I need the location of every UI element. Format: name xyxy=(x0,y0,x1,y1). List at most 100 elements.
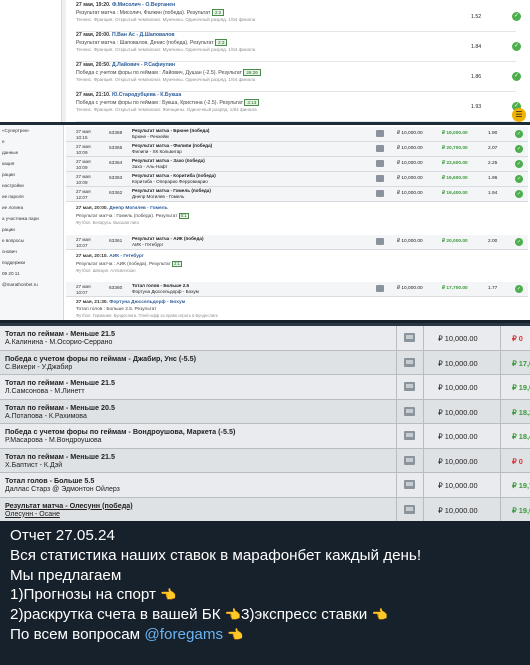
sidebar-item[interactable]: настройки xyxy=(0,180,63,191)
row-stake: ₽ 10,000.00 xyxy=(438,456,478,466)
row-market: Тотал по геймам - Меньше 21.5 xyxy=(5,451,116,461)
column-divider xyxy=(423,399,424,424)
row-stake: ₽ 10,000.00 xyxy=(397,239,423,244)
bet-detail: 27 мая, 20:00. Днепр Могилев - Гомель Ре… xyxy=(76,206,516,226)
table-row[interactable]: 27 мая 10:07 63361 Результат матча - АИК… xyxy=(66,235,528,250)
bet-teams[interactable]: П.Ван Ас - Д.Шаповалов xyxy=(112,32,175,38)
monitor-icon[interactable] xyxy=(376,130,384,137)
bet-detail: 27 мая, 20:10. АИК - Гетебург Результат … xyxy=(76,254,516,274)
table-row[interactable]: Результат матча - Олесунн (победа) Олесу… xyxy=(0,497,530,521)
sidebar-item[interactable]: кация xyxy=(0,158,63,169)
row-win: ₽ 18,4 xyxy=(512,432,530,441)
monitor-icon[interactable] xyxy=(404,382,415,391)
report-title: Отчет 27.05.24 xyxy=(10,527,115,544)
bet-teams[interactable]: Ф.Мисолич - О.Вертанен xyxy=(112,2,175,8)
table-row[interactable]: 27 мая 10:09 63364 Результат матча - Зах… xyxy=(66,157,528,172)
sidebar-item[interactable]: рации xyxy=(0,169,63,180)
monitor-icon[interactable] xyxy=(404,504,415,514)
monitor-icon[interactable] xyxy=(376,145,384,152)
sidebar-item[interactable]: а участника пари xyxy=(0,213,63,224)
column-divider xyxy=(396,473,397,497)
bet-teams[interactable]: Д.Лайович - Р.Сафиулин xyxy=(112,62,175,68)
monitor-icon[interactable] xyxy=(404,406,415,416)
row-stake: ₽ 10,000.00 xyxy=(397,286,423,291)
sidebar-item[interactable]: ие пароля xyxy=(0,191,63,202)
table-row[interactable]: Тотал по геймам - Меньше 20.5 А.Потапова… xyxy=(0,399,530,424)
row-market: Тотал голов - Больше 2.5 xyxy=(132,283,190,288)
detail-date: 27 мая, 21:30. xyxy=(76,300,108,305)
row-win: ₽ 19,600.00 xyxy=(442,176,468,181)
mention-link[interactable]: @foregams xyxy=(144,626,223,643)
monitor-icon[interactable] xyxy=(404,455,415,465)
column-divider xyxy=(500,326,501,350)
score-badge: 2:1 xyxy=(172,260,182,268)
table-row[interactable]: 27 мая 10:09 63363 Результат матча - Кор… xyxy=(66,172,528,187)
detail-teams[interactable]: Фортуна Дюссельдорф - Бохум xyxy=(109,300,185,305)
bet-league: Теннис. Франция. Открытый чемпионат. Муж… xyxy=(76,17,256,22)
bet-league: Теннис. Франция. Открытый чемпионат. Жен… xyxy=(76,107,257,112)
monitor-icon[interactable] xyxy=(376,175,384,182)
offer-text: 3)экспресс ставки xyxy=(241,606,368,624)
offer-text: 2)раскрутка счета в вашей БК xyxy=(10,606,221,624)
sidebar-item[interactable]: данные xyxy=(0,147,63,158)
monitor-icon[interactable] xyxy=(404,333,415,342)
row-id: 63365 xyxy=(109,146,123,151)
table-row[interactable]: 27 мая 12:07 63362 Результат матча - Гом… xyxy=(66,187,528,202)
monitor-icon[interactable] xyxy=(376,285,384,292)
sidebar-item[interactable]: «Супертрек» xyxy=(0,125,63,136)
detail-line: Результат матча : АИК (победа). Результа… xyxy=(76,261,171,267)
row-win: ₽ 20,700.00 xyxy=(442,146,468,151)
monitor-icon[interactable] xyxy=(376,190,384,197)
table-row[interactable]: 27 мая 10:09 63365 Результат матча - Фил… xyxy=(66,142,528,157)
row-market: Результат матча - Брюне (победа) xyxy=(132,128,210,133)
row-stake: ₽ 10,000.00 xyxy=(438,481,478,490)
row-date: 27 мая 10:07 xyxy=(76,237,91,248)
row-date: 27 мая 10:09 xyxy=(76,159,91,170)
sidebar-item[interactable]: ие логина xyxy=(0,202,63,213)
bet-odd: 1.86 xyxy=(471,74,482,80)
detail-teams[interactable]: Днепр Могилев - Гомель xyxy=(109,206,167,211)
screenshot-panel-3: Тотал по геймам - Меньше 21.5 А.Калинина… xyxy=(0,323,530,521)
bet-teams[interactable]: Ю.Стародубцева - К.Букша xyxy=(112,92,181,98)
column-divider xyxy=(500,448,501,473)
sidebar-item[interactable]: поддержки xyxy=(0,257,63,268)
bet-line: Результат матча : Мисолич, Фалкин (побед… xyxy=(76,10,211,16)
monitor-icon[interactable] xyxy=(404,480,415,489)
detail-teams[interactable]: АИК - Гетебург xyxy=(109,254,144,259)
row-stake: ₽ 10,000.00 xyxy=(438,505,478,515)
column-divider xyxy=(423,473,424,497)
row-event: Фортуна Дюссельдорф - Бохум xyxy=(132,289,199,294)
table-row[interactable]: Тотал по геймам - Меньше 21.5 Х.Баптист … xyxy=(0,448,530,473)
sidebar-item[interactable]: е xyxy=(0,136,63,147)
pointing-hand-icon: 👈 xyxy=(371,607,388,623)
row-market: Результат матча - Коритиба (победа) xyxy=(132,173,216,178)
table-row[interactable]: 27 мая 10:15 63368 Результат матча - Брю… xyxy=(66,127,528,142)
pointing-hand-icon: 👈 xyxy=(227,626,244,642)
monitor-icon[interactable] xyxy=(376,238,384,245)
table-row[interactable]: Победа с учетом форы по геймам - Вондроу… xyxy=(0,424,530,449)
table-row[interactable]: Тотал голов - Больше 5.5 Даллас Старз @ … xyxy=(0,473,530,498)
column-divider xyxy=(423,375,424,399)
table-row[interactable]: Тотал по геймам - Меньше 21.5 Л.Самсонов… xyxy=(0,375,530,400)
row-event: А.Калинина - М.Осорио-Серрано xyxy=(5,339,113,346)
check-icon: ✓ xyxy=(515,175,523,183)
sidebar-item[interactable]: рации xyxy=(0,224,63,235)
bet-league: Теннис. Франция. Открытый чемпионат. Муж… xyxy=(76,47,256,52)
column-divider xyxy=(396,497,397,521)
row-win: ₽ 19,0 xyxy=(512,505,530,515)
row-event: Коритиба - Операрио Ферровиарио xyxy=(132,179,208,184)
support-email[interactable]: @marathonbet.ru xyxy=(0,279,63,290)
column-divider xyxy=(396,375,397,399)
sidebar-item[interactable]: снович xyxy=(0,246,63,257)
row-id: 63363 xyxy=(109,176,123,181)
monitor-icon[interactable] xyxy=(376,160,384,167)
table-row[interactable]: Победа с учетом форы по геймам - Джабир,… xyxy=(0,350,530,375)
monitor-icon[interactable] xyxy=(404,357,415,367)
sidebar-item[interactable]: е вопросы xyxy=(0,235,63,246)
table-row[interactable]: 27 мая 10:07 63360 Тотал голов - Больше … xyxy=(66,282,528,297)
monitor-icon[interactable] xyxy=(404,431,415,440)
row-market: Результат матча - АИК (победа) xyxy=(132,236,204,241)
row-stake: ₽ 10,000.00 xyxy=(397,131,423,136)
chat-support-icon[interactable]: ☰ xyxy=(512,108,526,122)
table-row[interactable]: Тотал по геймам - Меньше 21.5 А.Калинина… xyxy=(0,326,530,351)
